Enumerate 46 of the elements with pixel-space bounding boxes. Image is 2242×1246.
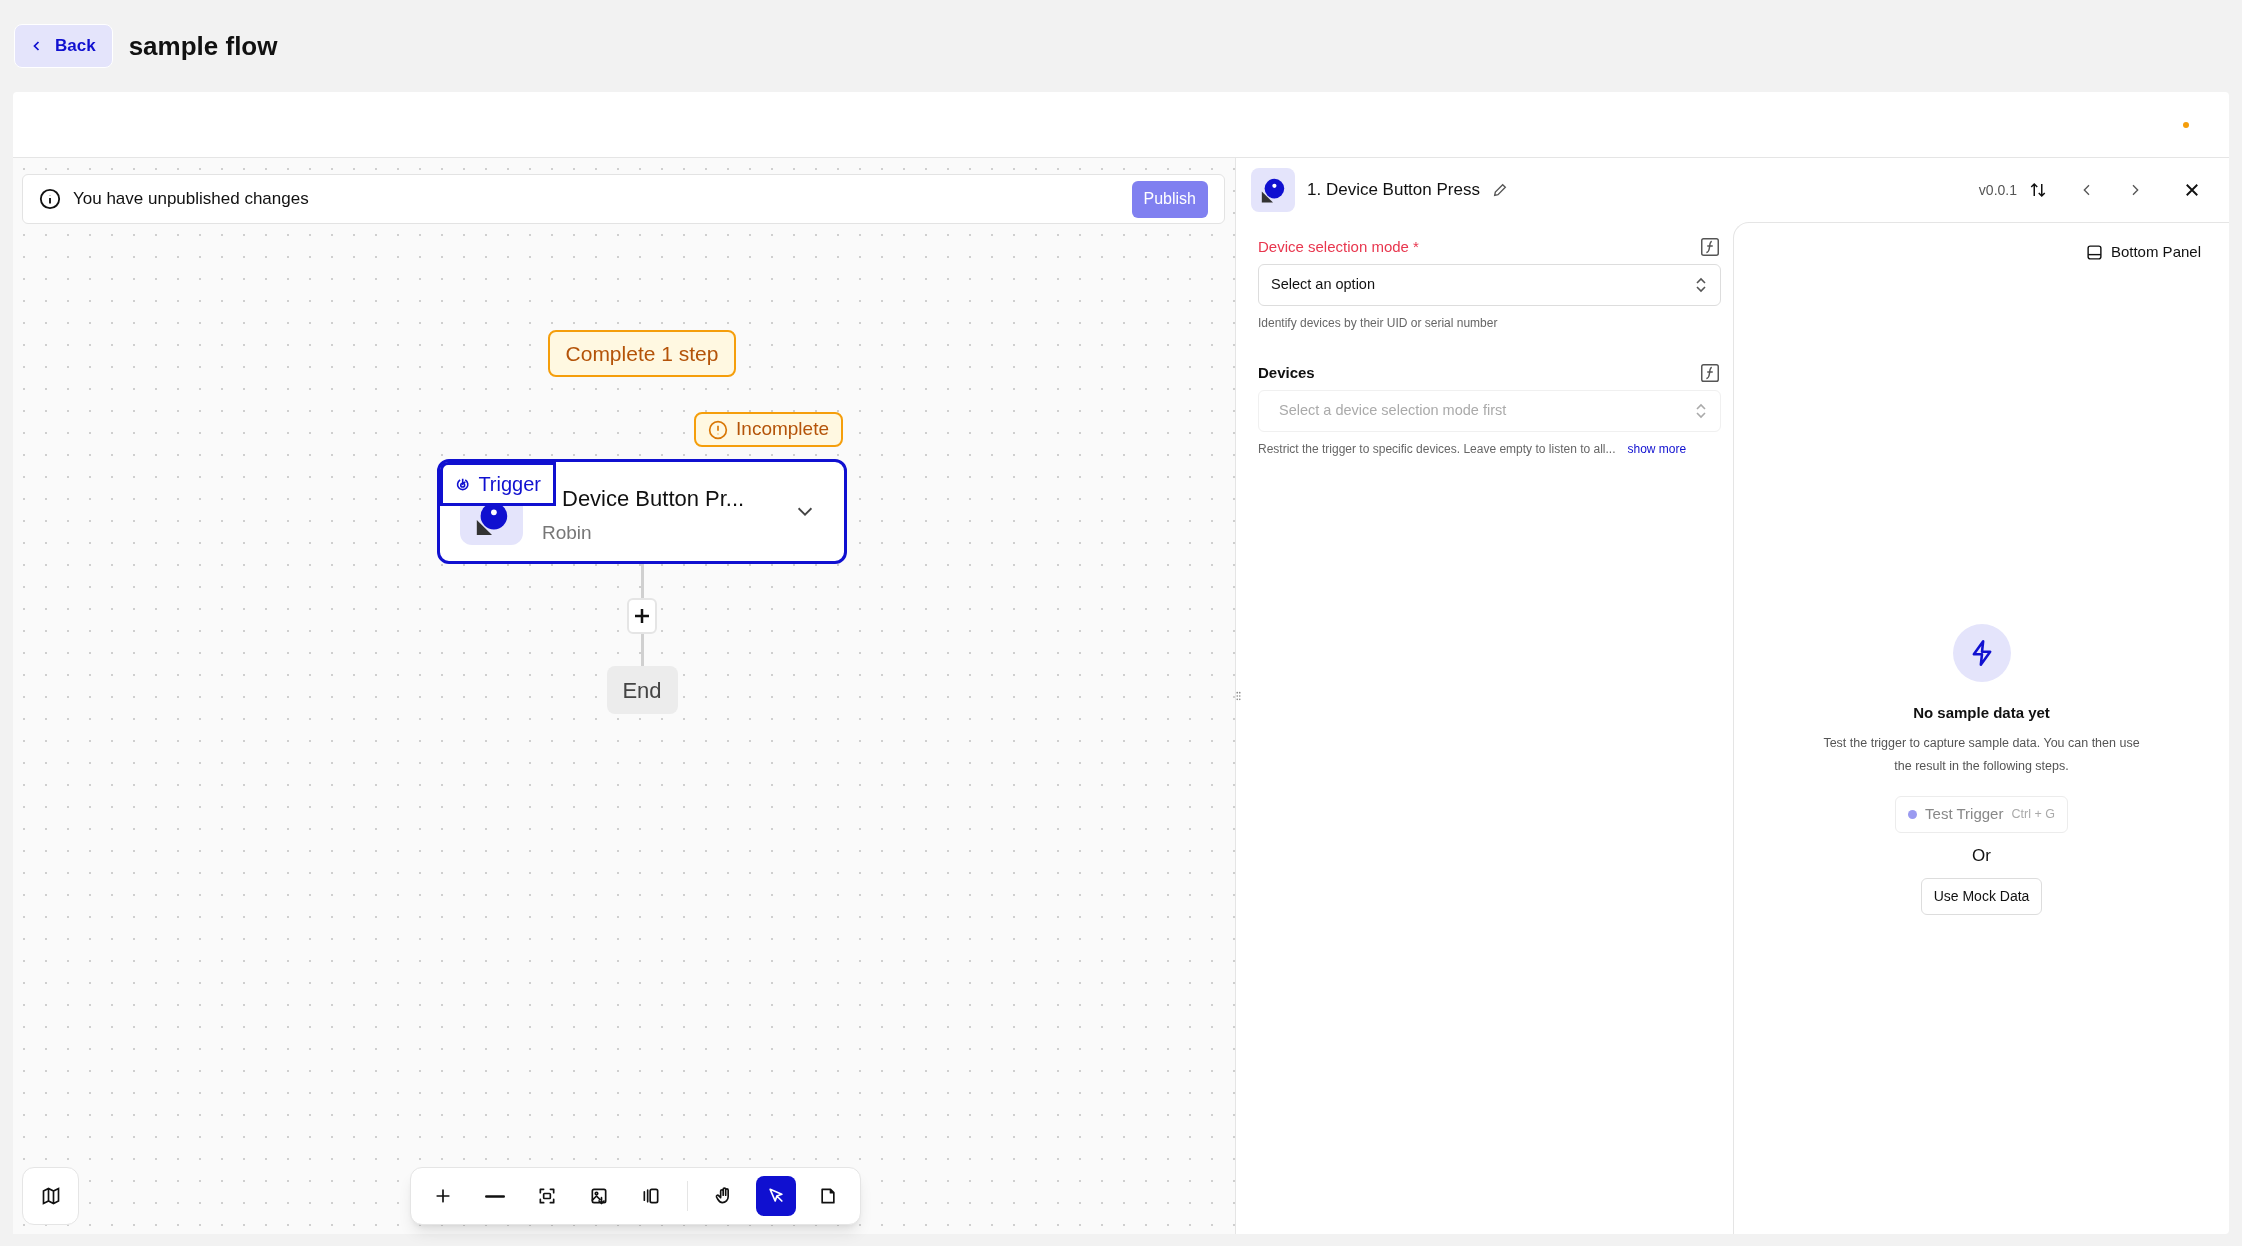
field-label: Devices bbox=[1258, 362, 1315, 383]
image-download-icon bbox=[589, 1186, 609, 1206]
formula-icon[interactable] bbox=[1699, 362, 1721, 384]
banner-message: You have unpublished changes bbox=[73, 188, 310, 211]
formula-icon[interactable] bbox=[1699, 236, 1721, 258]
node-subtitle: Robin bbox=[542, 521, 592, 545]
fit-view-icon bbox=[537, 1186, 557, 1206]
info-icon bbox=[39, 188, 61, 210]
swap-arrows-icon[interactable] bbox=[2029, 181, 2047, 199]
back-button[interactable]: Back bbox=[14, 24, 113, 68]
version-label: v0.0.1 bbox=[1978, 180, 2017, 200]
sort-caret-icon bbox=[1694, 276, 1708, 294]
trigger-node[interactable]: Trigger Device Button Pr... Robin bbox=[437, 459, 847, 564]
test-trigger-label: Test Trigger bbox=[1925, 804, 2004, 825]
shortcut-hint: Ctrl + G bbox=[2011, 806, 2055, 824]
note-icon bbox=[818, 1186, 838, 1206]
tag-label: Trigger bbox=[478, 472, 541, 497]
or-label: Or bbox=[1972, 845, 1991, 867]
mock-data-button[interactable]: Use Mock Data bbox=[1920, 877, 2043, 915]
map-icon bbox=[40, 1186, 61, 1206]
add-step-button[interactable] bbox=[627, 598, 657, 634]
app-logo-icon bbox=[1259, 176, 1287, 204]
bottom-panel-toggle[interactable]: Bottom Panel bbox=[2110, 241, 2201, 264]
field-help: Identify devices by their UID or serial number bbox=[1258, 315, 1498, 332]
zoom-out-icon bbox=[485, 1193, 505, 1199]
sort-caret-icon bbox=[1694, 402, 1708, 420]
empty-state-heading: No sample data yet bbox=[1913, 702, 2050, 723]
bottom-panel-icon[interactable] bbox=[2085, 243, 2103, 261]
empty-state-description: Test the trigger to capture sample data. You can then use the result in the following steps. bbox=[1822, 735, 2141, 775]
select-field[interactable]: Select an option bbox=[1258, 264, 1721, 306]
step-title: 1. Device Button Press bbox=[1307, 179, 1480, 202]
end-node: End bbox=[606, 666, 678, 714]
status-label: Incomplete bbox=[736, 417, 829, 442]
field-help: Restrict the trigger to specific devices. Leave empty to listen to all... bbox=[1258, 441, 1616, 458]
warning-icon bbox=[708, 419, 729, 440]
pencil-icon[interactable] bbox=[1491, 182, 1508, 198]
minimap-button[interactable] bbox=[22, 1167, 79, 1225]
plus-icon bbox=[634, 608, 650, 624]
close-icon[interactable] bbox=[2183, 181, 2201, 199]
pointer-tool[interactable] bbox=[756, 1176, 796, 1216]
resize-handle-icon[interactable] bbox=[1236, 689, 1241, 703]
flow-title: sample flow bbox=[128, 29, 278, 63]
field-label: Device selection mode * bbox=[1258, 236, 1419, 257]
step-notice: Complete 1 step bbox=[547, 330, 737, 377]
panel-toggle-icon bbox=[641, 1186, 661, 1206]
node-title: Device Button Pr... bbox=[562, 485, 745, 513]
